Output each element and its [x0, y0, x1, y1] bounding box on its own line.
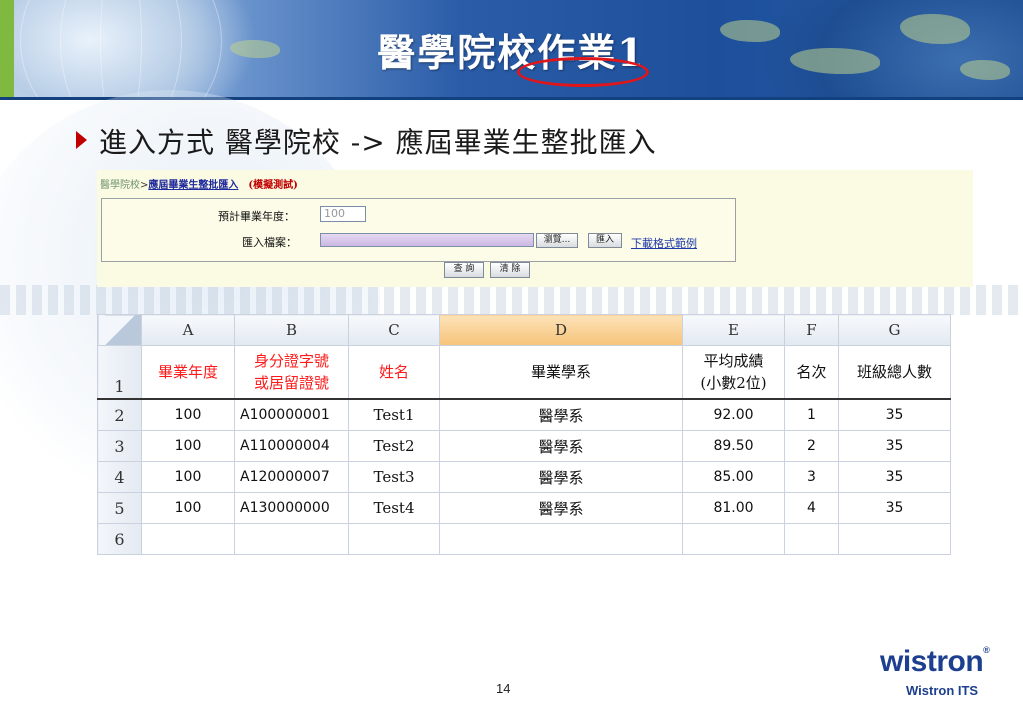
column-header[interactable]: C [348, 314, 440, 346]
cell-year[interactable]: 100 [141, 430, 235, 462]
table-row: 5 100 A130000000 Test4 醫學系 81.00 4 35 [97, 492, 951, 524]
cell-name[interactable]: Test3 [348, 461, 440, 493]
column-header-row: A B C D E F G [97, 314, 951, 346]
empty-cell[interactable] [439, 523, 683, 555]
slide-title: 醫學院校作業1 [377, 30, 646, 75]
empty-cell[interactable] [234, 523, 349, 555]
column-header[interactable]: B [234, 314, 349, 346]
query-button[interactable]: 查 詢 [444, 262, 484, 278]
field-header-row: 1 畢業年度 身分證字號 或居留證號 姓名 畢業學系 平均成績 (小數2位) 名次 … [97, 345, 951, 400]
graduation-year-input[interactable]: 100 [320, 206, 366, 222]
column-header[interactable]: F [784, 314, 839, 346]
select-all-corner[interactable] [97, 314, 142, 346]
cell-dept[interactable]: 醫學系 [439, 430, 683, 462]
bullet-arrow-icon [76, 131, 87, 149]
import-form: 預計畢業年度： 100 匯入檔案： 瀏覽... 匯入 下載格式範例 [101, 198, 736, 262]
cell-id[interactable]: A110000004 [234, 430, 349, 462]
title-banner: 醫學院校作業1 [0, 0, 1023, 100]
breadcrumb: 醫學院校>應屆畢業生整批匯入 (模擬測試) [100, 176, 298, 191]
background-strip [0, 285, 1023, 315]
column-header[interactable]: E [682, 314, 785, 346]
row-number[interactable]: 4 [97, 461, 142, 493]
cell-average[interactable]: 89.50 [682, 430, 785, 462]
header-id-line1: 身分證字號 [253, 352, 329, 370]
cell-id[interactable]: A120000007 [234, 461, 349, 493]
cell-dept[interactable]: 醫學系 [439, 492, 683, 524]
year-label: 預計畢業年度： [218, 210, 295, 223]
empty-cell[interactable] [141, 523, 235, 555]
logo-name: wistron [880, 645, 984, 678]
row-number[interactable]: 3 [97, 430, 142, 462]
header-cell-rank[interactable]: 名次 [784, 345, 839, 400]
download-sample-link[interactable]: 下載格式範例 [631, 235, 697, 251]
cell-total[interactable]: 35 [838, 398, 951, 431]
cell-rank[interactable]: 4 [784, 492, 839, 524]
cell-id[interactable]: A130000000 [234, 492, 349, 524]
header-cell-average[interactable]: 平均成績 (小數2位) [682, 345, 785, 400]
cell-year[interactable]: 100 [141, 492, 235, 524]
table-row-empty: 6 [97, 523, 951, 555]
spreadsheet-sample: A B C D E F G 1 畢業年度 身分證字號 或居留證號 姓名 畢業學系 … [97, 314, 951, 555]
import-form-screenshot: 醫學院校>應屆畢業生整批匯入 (模擬測試) 預計畢業年度： 100 匯入檔案： 瀏… [97, 170, 973, 287]
cell-rank[interactable]: 2 [784, 430, 839, 462]
cell-rank[interactable]: 1 [784, 398, 839, 431]
empty-cell[interactable] [348, 523, 440, 555]
header-cell-total[interactable]: 班級總人數 [838, 345, 951, 400]
empty-cell[interactable] [784, 523, 839, 555]
table-row: 4 100 A120000007 Test3 醫學系 85.00 3 35 [97, 461, 951, 493]
breadcrumb-root[interactable]: 醫學院校 [100, 180, 140, 191]
row-number[interactable]: 5 [97, 492, 142, 524]
header-cell-year[interactable]: 畢業年度 [141, 345, 235, 400]
cell-average[interactable]: 92.00 [682, 398, 785, 431]
bullet-line: 進入方式 醫學院校 -> 應屆畢業生整批匯入 [76, 121, 657, 161]
empty-cell[interactable] [682, 523, 785, 555]
logo-registered: ® [983, 645, 990, 655]
file-path-input[interactable] [320, 233, 534, 247]
header-cell-dept[interactable]: 畢業學系 [439, 345, 683, 400]
cell-dept[interactable]: 醫學系 [439, 461, 683, 493]
column-header-selected[interactable]: D [439, 314, 683, 346]
column-header[interactable]: A [141, 314, 235, 346]
page-number: 14 [496, 681, 511, 696]
highlight-oval [517, 57, 649, 87]
column-header[interactable]: G [838, 314, 951, 346]
header-cell-id[interactable]: 身分證字號或居留證號 [234, 345, 349, 400]
bullet-text: 進入方式 醫學院校 -> 應屆畢業生整批匯入 [99, 126, 657, 159]
cell-year[interactable]: 100 [141, 398, 235, 431]
row-number[interactable]: 6 [97, 523, 142, 555]
table-row: 2 100 A100000001 Test1 醫學系 92.00 1 35 [97, 398, 951, 431]
cell-total[interactable]: 35 [838, 430, 951, 462]
browse-button[interactable]: 瀏覽... [536, 233, 578, 248]
logo-subtitle: Wistron ITS [906, 683, 979, 698]
file-label: 匯入檔案： [242, 236, 297, 249]
import-button[interactable]: 匯入 [588, 233, 622, 248]
cell-average[interactable]: 85.00 [682, 461, 785, 493]
wistron-logo: wistron® [880, 645, 990, 679]
cell-rank[interactable]: 3 [784, 461, 839, 493]
cell-total[interactable]: 35 [838, 492, 951, 524]
cell-average[interactable]: 81.00 [682, 492, 785, 524]
row-number[interactable]: 2 [97, 398, 142, 431]
header-average-line2: (小數2位) [700, 374, 767, 392]
cell-year[interactable]: 100 [141, 461, 235, 493]
header-average-line1: 平均成績 [703, 352, 764, 370]
breadcrumb-current[interactable]: 應屆畢業生整批匯入 [148, 180, 238, 191]
table-row: 3 100 A110000004 Test2 醫學系 89.50 2 35 [97, 430, 951, 462]
cell-name[interactable]: Test1 [348, 398, 440, 431]
cell-total[interactable]: 35 [838, 461, 951, 493]
row-number[interactable]: 1 [97, 345, 142, 400]
cell-name[interactable]: Test4 [348, 492, 440, 524]
header-cell-name[interactable]: 姓名 [348, 345, 440, 400]
cell-name[interactable]: Test2 [348, 430, 440, 462]
empty-cell[interactable] [838, 523, 951, 555]
clear-button[interactable]: 清 除 [490, 262, 530, 278]
cell-id[interactable]: A100000001 [234, 398, 349, 431]
header-id-line2: 或居留證號 [253, 374, 329, 392]
mode-badge: (模擬測試) [248, 180, 298, 191]
cell-dept[interactable]: 醫學系 [439, 398, 683, 431]
